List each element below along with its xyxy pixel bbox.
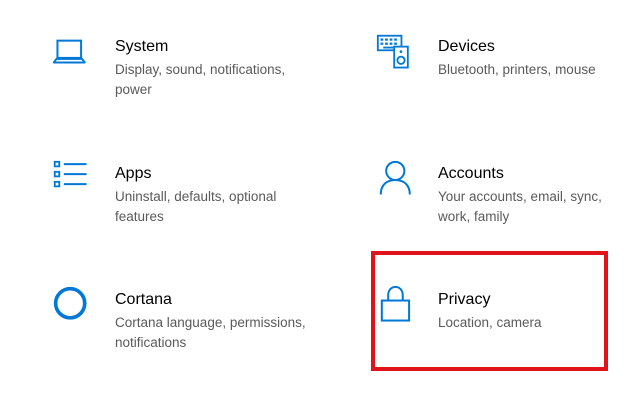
- tile-devices[interactable]: Devices Bluetooth, printers, mouse: [376, 33, 621, 103]
- tile-apps[interactable]: Apps Uninstall, defaults, optional featu…: [52, 160, 322, 230]
- tile-title: Accounts: [438, 165, 504, 182]
- person-icon: [379, 160, 411, 195]
- tile-system[interactable]: System Display, sound, notifications, po…: [52, 37, 322, 107]
- laptop-icon: [52, 39, 86, 64]
- tile-accounts[interactable]: Accounts Your accounts, email, sync, wor…: [378, 160, 621, 230]
- devices-icon: [376, 34, 409, 69]
- tile-title: Cortana: [115, 291, 172, 308]
- tile-description: Display, sound, notifications, power: [115, 62, 286, 97]
- tile-cortana[interactable]: Cortana Cortana language, permissions, n…: [52, 286, 322, 356]
- tile-description: Uninstall, defaults, optional features: [115, 189, 277, 224]
- tile-title: Privacy: [438, 291, 491, 308]
- tile-title: Apps: [115, 165, 152, 182]
- tile-description: Bluetooth, printers, mouse: [438, 62, 596, 77]
- tile-description: Your accounts, email, sync, work, family: [438, 189, 602, 224]
- tile-title: System: [115, 38, 169, 55]
- settings-home: System Display, sound, notifications, po…: [0, 0, 629, 395]
- padlock-icon: [380, 286, 411, 322]
- tile-description: Location, camera: [438, 315, 542, 330]
- tile-description: Cortana language, permissions, notificat…: [115, 315, 306, 350]
- apps-list-icon: [53, 160, 87, 188]
- tile-title: Devices: [438, 38, 495, 55]
- tile-privacy[interactable]: Privacy Location, camera: [380, 286, 600, 356]
- cortana-circle-icon: [53, 286, 87, 320]
